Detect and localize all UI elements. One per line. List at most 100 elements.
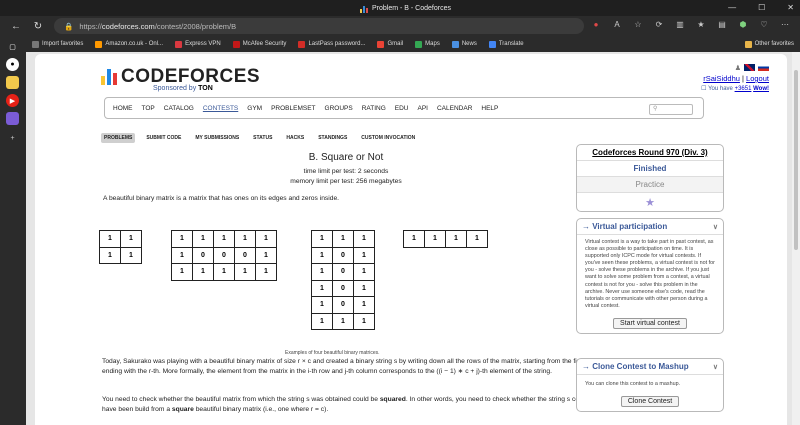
github-icon[interactable]: ● bbox=[6, 58, 19, 71]
wow-link[interactable]: Wow! bbox=[753, 86, 769, 92]
bookmark-icon bbox=[298, 40, 306, 48]
username-link[interactable]: rSaiSiddhu bbox=[703, 74, 740, 83]
favorite-star-icon[interactable]: ★ bbox=[577, 193, 723, 211]
maximize-icon[interactable]: ☐ bbox=[758, 3, 765, 12]
menu-dots-icon[interactable]: ⋯ bbox=[779, 18, 791, 30]
page-viewport: CODEFORCES Sponsored by TON ♟ rSaiSiddhu… bbox=[26, 52, 800, 425]
menu-item-help[interactable]: HELP bbox=[481, 105, 498, 112]
menu-item-calendar[interactable]: CALENDAR bbox=[437, 105, 472, 112]
matrix-cell: 1 bbox=[403, 230, 425, 248]
address-bar[interactable]: 🔒 https://codeforces.com/contest/2008/pr… bbox=[54, 18, 584, 34]
split-screen-icon[interactable]: ▥ bbox=[674, 18, 686, 30]
scrollbar-thumb[interactable] bbox=[794, 70, 798, 250]
menu-item-catalog[interactable]: CATALOG bbox=[164, 105, 194, 112]
read-aloud-icon[interactable]: A bbox=[611, 18, 623, 30]
search-icon: ⚲ bbox=[653, 106, 658, 112]
browser-essentials-icon[interactable]: ♡ bbox=[758, 18, 770, 30]
submenu-item-hacks[interactable]: HACKS bbox=[283, 133, 307, 143]
bookmark[interactable]: McAfee Security bbox=[232, 40, 286, 48]
example-matrix: 1111 bbox=[99, 230, 142, 264]
browser-tab[interactable]: Problem - B - Codeforces bbox=[360, 2, 451, 15]
page-scrollbar[interactable] bbox=[792, 52, 800, 425]
bookmark[interactable]: Express VPN bbox=[175, 40, 221, 48]
bookmark[interactable]: Import favorites bbox=[32, 40, 83, 48]
back-icon[interactable]: ← bbox=[8, 21, 24, 32]
search-input[interactable]: ⚲ bbox=[649, 104, 693, 115]
virtual-participation-box: → Virtual participation ∨ Virtual contest… bbox=[576, 218, 724, 334]
menu-item-gym[interactable]: GYM bbox=[247, 105, 262, 112]
codeforces-page: CODEFORCES Sponsored by TON ♟ rSaiSiddhu… bbox=[35, 54, 787, 425]
matrix-cell: 1 bbox=[466, 230, 488, 248]
app-icon-2[interactable] bbox=[6, 112, 19, 125]
bookmark[interactable]: Amazon.co.uk - Onl... bbox=[95, 40, 163, 48]
youtube-icon[interactable]: ▶ bbox=[6, 94, 19, 107]
submenu-item-status[interactable]: STATUS bbox=[250, 133, 275, 143]
matrix-cell: 1 bbox=[120, 230, 142, 248]
bookmark[interactable]: News bbox=[451, 40, 477, 48]
round-status: Finished bbox=[577, 161, 723, 177]
you-have-count[interactable]: +3651 bbox=[735, 86, 752, 92]
sponsor-name[interactable]: TON bbox=[198, 85, 213, 92]
submenu-item-submit-code[interactable]: SUBMIT CODE bbox=[143, 133, 184, 143]
matrix-cell: 1 bbox=[311, 312, 333, 330]
chevron-down-icon[interactable]: ∨ bbox=[713, 363, 718, 371]
virtual-participation-header[interactable]: → Virtual participation ∨ bbox=[577, 219, 723, 235]
menu-item-api[interactable]: API bbox=[418, 105, 428, 112]
logout-link[interactable]: Logout bbox=[746, 74, 769, 83]
menu-item-rating[interactable]: RATING bbox=[362, 105, 386, 112]
extension-icon[interactable]: ⬢ bbox=[737, 18, 749, 30]
problem-paragraph-2: You need to check whether the beautiful … bbox=[102, 396, 588, 413]
reload-icon[interactable]: ↻ bbox=[30, 21, 46, 32]
other-favorites[interactable]: Other favorites bbox=[744, 40, 794, 48]
matrix-cell: 1 bbox=[171, 230, 193, 248]
matrix-cell: 0 bbox=[213, 246, 235, 264]
tab-title: Problem - B - Codeforces bbox=[372, 5, 451, 12]
submenu-item-custom-invocation[interactable]: CUSTOM INVOCATION bbox=[358, 133, 418, 143]
bookmark-icon bbox=[488, 40, 496, 48]
close-icon[interactable]: ✕ bbox=[787, 3, 794, 12]
main-menu: HOME TOP CATALOG CONTESTS GYM PROBLEMSET GROUP… bbox=[104, 97, 704, 119]
matrix-cell: 1 bbox=[213, 230, 235, 248]
submenu-item-problems[interactable]: PROBLEMS bbox=[101, 133, 136, 143]
refresh-alt-icon[interactable]: ⟳ bbox=[653, 18, 665, 30]
matrix-cell: 1 bbox=[234, 263, 256, 281]
practice-link[interactable]: Practice bbox=[577, 177, 723, 193]
example-matrix: 111101101101101111 bbox=[311, 230, 375, 330]
bookmark-icon bbox=[32, 40, 39, 48]
submenu-item-my-submissions[interactable]: MY SUBMISSIONS bbox=[192, 133, 242, 143]
menu-item-home[interactable]: HOME bbox=[113, 105, 133, 112]
favorite-star-icon[interactable]: ☆ bbox=[632, 18, 644, 30]
round-title[interactable]: Codeforces Round 970 (Div. 3) bbox=[577, 145, 723, 161]
start-virtual-contest-button[interactable]: Start virtual contest bbox=[613, 317, 687, 329]
clone-contest-button[interactable]: Clone Contest bbox=[620, 396, 680, 408]
chevron-down-icon[interactable]: ∨ bbox=[713, 223, 718, 231]
favorites-icon[interactable]: ★ bbox=[695, 18, 707, 30]
app-icon-1[interactable] bbox=[6, 76, 19, 89]
matrix-cell: 1 bbox=[311, 230, 333, 248]
submenu-item-standings[interactable]: STANDINGS bbox=[315, 133, 350, 143]
record-icon[interactable]: ● bbox=[590, 18, 602, 30]
tabs-icon[interactable]: ▢ bbox=[6, 40, 19, 53]
minimize-icon[interactable]: — bbox=[728, 3, 736, 12]
bookmark[interactable]: Maps bbox=[415, 40, 440, 48]
uk-flag-icon[interactable] bbox=[744, 64, 755, 71]
message-icon: ☐ bbox=[701, 86, 707, 92]
url-scheme: https:// bbox=[79, 21, 102, 31]
menu-item-edu[interactable]: EDU bbox=[395, 105, 409, 112]
menu-item-top[interactable]: TOP bbox=[142, 105, 155, 112]
bookmark[interactable]: Translate bbox=[488, 40, 524, 48]
menu-item-problemset[interactable]: PROBLEMSET bbox=[271, 105, 315, 112]
matrix-cell: 1 bbox=[192, 230, 214, 248]
add-icon[interactable]: + bbox=[6, 132, 19, 145]
bell-icon[interactable]: ♟ bbox=[733, 64, 741, 72]
bookmark-icon bbox=[451, 40, 459, 48]
clone-contest-header[interactable]: → Clone Contest to Mashup ∨ bbox=[577, 359, 723, 375]
bookmark[interactable]: Gmail bbox=[377, 40, 403, 48]
russia-flag-icon[interactable] bbox=[758, 64, 769, 71]
matrix-cell: 1 bbox=[234, 230, 256, 248]
menu-item-contests[interactable]: CONTESTS bbox=[203, 105, 238, 112]
bookmark[interactable]: LastPass password... bbox=[298, 40, 365, 48]
menu-item-groups[interactable]: GROUPS bbox=[325, 105, 353, 112]
round-box: Codeforces Round 970 (Div. 3) Finished P… bbox=[576, 144, 724, 212]
collections-icon[interactable]: ▤ bbox=[716, 18, 728, 30]
